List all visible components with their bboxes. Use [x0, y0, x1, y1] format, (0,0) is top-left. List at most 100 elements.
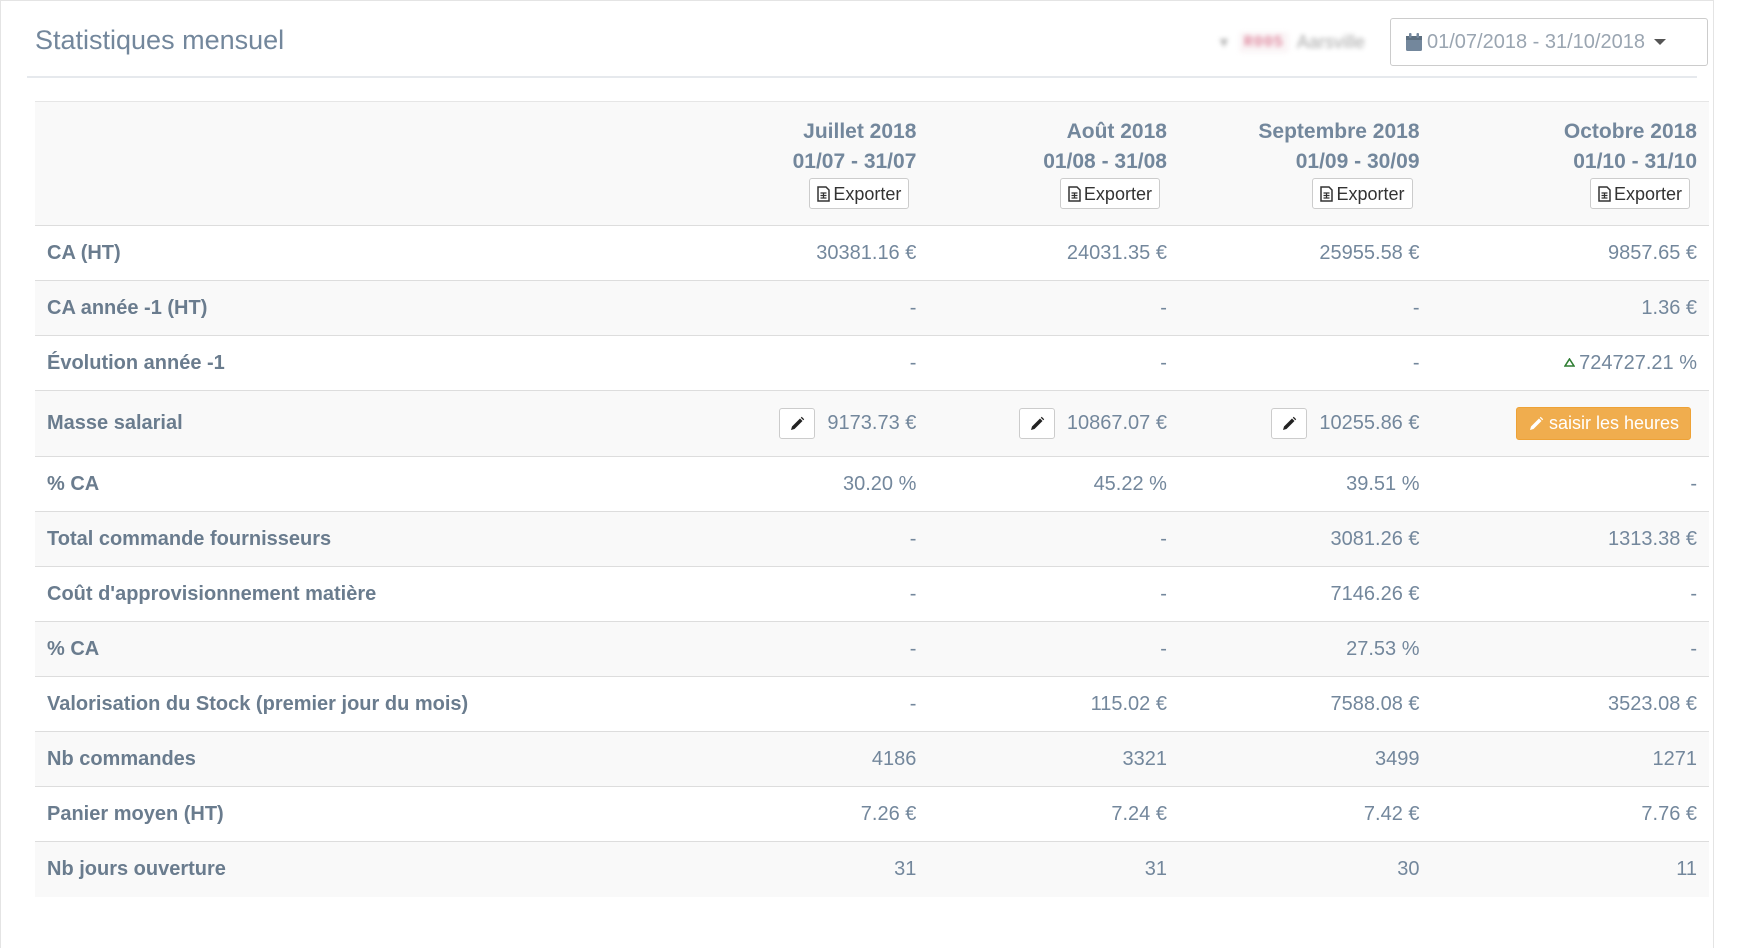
- row-label: Total commande fournisseurs: [47, 527, 332, 550]
- cell-value: 7.76 €: [1641, 802, 1697, 825]
- cell-value: 7.42 €: [1363, 802, 1420, 825]
- cell-value: 9857.65 €: [1608, 241, 1697, 264]
- month-name: Septembre 2018: [1258, 120, 1420, 143]
- month-name: Août 2018: [1066, 120, 1167, 143]
- cell-value: -: [1160, 351, 1167, 374]
- table-row: % CA 30.20 % 45.22 % 39.51 % -: [35, 456, 1709, 512]
- cell-value: -: [909, 637, 917, 660]
- month-header: Juillet 2018 01/07 - 31/07 Exporter: [678, 102, 929, 226]
- caret-down-icon: [1653, 39, 1666, 45]
- pencil-icon: [791, 416, 805, 430]
- cell-value: 3523.08 €: [1608, 692, 1697, 715]
- month-range: 01/08 - 31/08: [1043, 150, 1167, 173]
- cell-value: 30: [1397, 857, 1420, 880]
- cell-value: -: [1160, 582, 1167, 605]
- store-selector[interactable]: ▼ R005 Aarsville: [1217, 27, 1365, 57]
- header-empty-cell: [35, 102, 678, 226]
- export-button[interactable]: Exporter: [1312, 178, 1413, 209]
- cell-value: -: [909, 527, 917, 550]
- export-button[interactable]: Exporter: [809, 178, 910, 209]
- row-label: Masse salarial: [47, 412, 183, 434]
- table-row: % CA - - 27.53 % -: [35, 621, 1709, 677]
- cell-value: 7.24 €: [1111, 802, 1167, 825]
- cell-value: -: [909, 351, 917, 374]
- cell-value: -: [1160, 637, 1167, 660]
- evolution-value: 724727.21 %: [1579, 351, 1697, 374]
- cell-value: 24031.35 €: [1066, 241, 1167, 264]
- cell-value: -: [1690, 637, 1697, 660]
- cell-value: 3081.26 €: [1330, 527, 1420, 550]
- cell-value: 7.26 €: [860, 802, 917, 825]
- export-label: Exporter: [833, 183, 902, 204]
- row-label: Nb commandes: [47, 747, 196, 770]
- cell-value: 3321: [1122, 747, 1167, 770]
- cell-value: 30381.16 €: [816, 241, 917, 264]
- cell-value: -: [909, 582, 917, 605]
- row-label: Panier moyen (HT): [47, 802, 224, 825]
- table-header-row: Juillet 2018 01/07 - 31/07 Exporter Août…: [35, 101, 1710, 226]
- month-range: 01/09 - 30/09: [1295, 150, 1420, 173]
- table-row: Masse salarial 9173.73 € 10867.07 € 1025…: [35, 390, 1710, 457]
- file-excel-icon: [1068, 185, 1081, 202]
- enter-hours-button[interactable]: saisir les heures: [1515, 407, 1691, 440]
- table-row: Valorisation du Stock (premier jour du m…: [35, 676, 1709, 732]
- cell-value: 11: [1676, 857, 1697, 880]
- row-label: Valorisation du Stock (premier jour du m…: [47, 692, 469, 715]
- table-row: Panier moyen (HT) 7.26 € 7.24 € 7.42 € 7…: [35, 786, 1709, 842]
- export-button[interactable]: Exporter: [1059, 178, 1160, 209]
- salary-value: 10255.86 €: [1319, 412, 1420, 434]
- cell-value: 25955.58 €: [1319, 241, 1420, 264]
- month-header: Octobre 2018 01/10 - 31/10 Exporter: [1432, 102, 1710, 226]
- cell-value: -: [1690, 472, 1697, 495]
- month-name: Octobre 2018: [1563, 120, 1697, 143]
- store-name: Aarsville: [1296, 31, 1365, 52]
- month-header: Août 2018 01/08 - 31/08 Exporter: [928, 102, 1179, 226]
- row-label: CA (HT): [47, 241, 121, 264]
- date-range-value: 01/07/2018 - 31/10/2018: [1427, 30, 1645, 53]
- cell-value: 3499: [1375, 747, 1420, 770]
- file-excel-icon: [1598, 185, 1611, 202]
- cell-value: -: [909, 296, 917, 319]
- edit-button[interactable]: [779, 408, 816, 439]
- cell-value: 7588.08 €: [1330, 692, 1420, 715]
- cell-value: -: [909, 692, 917, 715]
- month-range: 01/10 - 31/10: [1573, 150, 1697, 173]
- cell-value: -: [1412, 296, 1420, 319]
- cell-value: 39.51 %: [1346, 472, 1420, 495]
- cell-value: 1313.38 €: [1608, 527, 1697, 550]
- cell-value: -: [1160, 527, 1167, 550]
- cell-value: 45.22 %: [1093, 472, 1167, 495]
- table-row: Nb commandes 4186 3321 3499 1271: [35, 731, 1709, 787]
- row-label: % CA: [47, 472, 100, 495]
- file-excel-icon: [817, 185, 831, 202]
- cell-value: 30.20 %: [842, 472, 917, 495]
- edit-button[interactable]: [1271, 408, 1308, 439]
- cell-value: -: [1412, 351, 1420, 374]
- cell-salary: 10255.86 €: [1179, 391, 1432, 457]
- store-code-badge: R005: [1238, 31, 1289, 53]
- export-button[interactable]: Exporter: [1589, 178, 1690, 209]
- cell-value: -: [1160, 296, 1167, 319]
- table-row: Coût d'approvisionnement matière - - 714…: [35, 566, 1709, 622]
- cell-value: 1.36 €: [1641, 296, 1697, 319]
- edit-button[interactable]: [1018, 408, 1055, 439]
- triangle-up-icon: [1564, 357, 1576, 367]
- export-label: Exporter: [1083, 183, 1152, 204]
- cell-value: 27.53 %: [1346, 637, 1420, 660]
- row-label: % CA: [47, 637, 100, 660]
- cell-salary-action: saisir les heures: [1432, 391, 1710, 457]
- cell-value: 31: [1144, 857, 1167, 880]
- cell-value: 4186: [871, 747, 917, 770]
- monthly-stats-table: Juillet 2018 01/07 - 31/07 Exporter Août…: [35, 101, 1709, 897]
- table-row: Nb jours ouverture 31 31 30 11: [35, 841, 1709, 897]
- month-header: Septembre 2018 01/09 - 30/09 Exporter: [1179, 102, 1432, 226]
- enter-hours-label: saisir les heures: [1548, 413, 1679, 433]
- export-label: Exporter: [1613, 183, 1682, 204]
- table-row: Total commande fournisseurs - - 3081.26 …: [35, 511, 1709, 567]
- date-range-picker[interactable]: 01/07/2018 - 31/10/2018: [1390, 18, 1708, 66]
- row-label: Nb jours ouverture: [47, 857, 226, 880]
- table-row: CA (HT) 30381.16 € 24031.35 € 25955.58 €…: [35, 225, 1709, 281]
- cell-value: -: [1690, 582, 1697, 605]
- page-title: Statistiques mensuel: [35, 25, 285, 55]
- cell-value: 7146.26 €: [1330, 582, 1420, 605]
